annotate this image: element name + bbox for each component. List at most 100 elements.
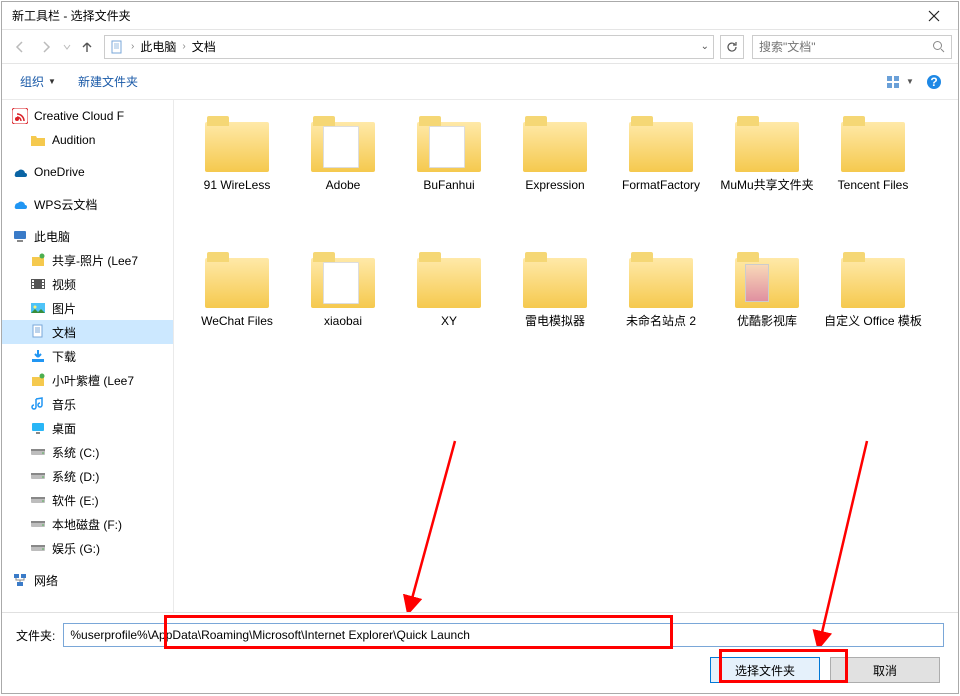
folder-item[interactable]: 自定义 Office 模板 — [820, 248, 926, 384]
sidebar-item[interactable]: 桌面 — [2, 416, 173, 440]
organize-button[interactable]: 组织 ▼ — [12, 69, 64, 94]
sidebar-item-label: 本地磁盘 (F:) — [52, 516, 122, 533]
sidebar-item[interactable]: Creative Cloud F — [2, 104, 173, 128]
folder-label: 未命名站点 2 — [626, 314, 696, 329]
organize-label: 组织 — [20, 73, 44, 90]
sidebar-item[interactable]: 视频 — [2, 272, 173, 296]
sidebar-item-label: 音乐 — [52, 396, 76, 413]
sidebar-item-label: 图片 — [52, 300, 76, 317]
sidebar-item-label: 文档 — [52, 324, 76, 341]
view-button[interactable]: ▼ — [886, 70, 914, 94]
sidebar-item-label: 网络 — [34, 572, 58, 589]
sidebar-item-label: 系统 (C:) — [52, 444, 99, 461]
sidebar-item[interactable]: 共享-照片 (Lee7 — [2, 248, 173, 272]
newfolder-button[interactable]: 新建文件夹 — [70, 69, 146, 94]
help-button[interactable]: ? — [920, 70, 948, 94]
folder-label: BuFanhui — [423, 178, 474, 193]
folder-item[interactable]: 优酷影视库 — [714, 248, 820, 384]
sidebar-item[interactable]: 娱乐 (G:) — [2, 536, 173, 560]
folder-icon — [205, 116, 269, 172]
folder-item[interactable]: Adobe — [290, 112, 396, 248]
breadcrumb-loc2[interactable]: 文档 — [192, 38, 216, 55]
folder-item[interactable]: xiaobai — [290, 248, 396, 384]
folder-label: Tencent Files — [838, 178, 909, 193]
share-icon — [30, 372, 46, 388]
dialog-window: 新工具栏 - 选择文件夹 › 此电脑 › 文档 ⌄ — [1, 1, 959, 694]
chevron-down-icon: ▼ — [906, 77, 914, 86]
select-folder-button[interactable]: 选择文件夹 — [710, 657, 820, 683]
folder-item[interactable]: 91 WireLess — [184, 112, 290, 248]
desktop-icon — [30, 420, 46, 436]
folder-icon — [523, 116, 587, 172]
sidebar-item-label: 此电脑 — [34, 228, 70, 245]
sidebar-item[interactable]: WPS云文档 — [2, 192, 173, 216]
folder-icon — [735, 116, 799, 172]
folder-label: Adobe — [326, 178, 361, 193]
folder-item[interactable]: Expression — [502, 112, 608, 248]
chevron-right-icon: › — [131, 41, 134, 52]
folder-sm-icon — [30, 132, 46, 148]
folder-item[interactable]: Tencent Files — [820, 112, 926, 248]
folder-item[interactable]: FormatFactory — [608, 112, 714, 248]
folder-path-input[interactable] — [63, 623, 944, 647]
up-button[interactable] — [76, 35, 98, 59]
drive-icon — [30, 468, 46, 484]
dialog-body: Creative Cloud F Audition OneDrive WPS云文档此电… — [2, 100, 958, 612]
sidebar-item[interactable]: 网络 — [2, 568, 173, 592]
forward-button[interactable] — [34, 35, 58, 59]
sidebar-item[interactable]: 此电脑 — [2, 224, 173, 248]
folder-label: MuMu共享文件夹 — [720, 178, 813, 193]
folder-item[interactable]: 未命名站点 2 — [608, 248, 714, 384]
sidebar-item-label: 下载 — [52, 348, 76, 365]
sidebar-item[interactable]: 本地磁盘 (F:) — [2, 512, 173, 536]
video-icon — [30, 276, 46, 292]
sidebar-item[interactable]: 小叶紫檀 (Lee7 — [2, 368, 173, 392]
search-input[interactable] — [759, 40, 932, 54]
sidebar-item[interactable]: 图片 — [2, 296, 173, 320]
folder-item[interactable]: WeChat Files — [184, 248, 290, 384]
folder-item[interactable]: 雷电模拟器 — [502, 248, 608, 384]
folder-icon — [311, 116, 375, 172]
path-label: 文件夹: — [16, 627, 55, 644]
breadcrumb[interactable]: › 此电脑 › 文档 ⌄ — [104, 35, 714, 59]
refresh-button[interactable] — [720, 35, 744, 59]
sidebar-item[interactable]: 音乐 — [2, 392, 173, 416]
onedrive-icon — [12, 164, 28, 180]
folder-icon — [523, 252, 587, 308]
pictures-icon — [30, 300, 46, 316]
documents-icon — [109, 39, 125, 55]
back-button[interactable] — [8, 35, 32, 59]
recent-dropdown[interactable] — [60, 35, 74, 59]
search-box[interactable] — [752, 35, 952, 59]
content-pane[interactable]: 91 WireLess Adobe BuFanhui Expression Format… — [174, 100, 958, 612]
network-icon — [12, 572, 28, 588]
folder-item[interactable]: MuMu共享文件夹 — [714, 112, 820, 248]
folder-label: 雷电模拟器 — [525, 314, 585, 329]
breadcrumb-loc1[interactable]: 此电脑 — [140, 38, 176, 55]
sidebar-item[interactable]: OneDrive — [2, 160, 173, 184]
documents-icon — [30, 324, 46, 340]
sidebar-item[interactable]: 系统 (C:) — [2, 440, 173, 464]
folder-icon — [417, 116, 481, 172]
close-icon[interactable] — [914, 2, 954, 30]
drive-icon — [30, 516, 46, 532]
music-icon — [30, 396, 46, 412]
sidebar-item-label: Creative Cloud F — [34, 109, 124, 123]
folder-label: FormatFactory — [622, 178, 700, 193]
sidebar-item-label: 系统 (D:) — [52, 468, 99, 485]
sidebar-item[interactable]: Audition — [2, 128, 173, 152]
chevron-down-icon[interactable]: ⌄ — [701, 41, 709, 52]
sidebar-item-label: WPS云文档 — [34, 196, 97, 213]
sidebar-item[interactable]: 文档 — [2, 320, 173, 344]
sidebar-item-label: 共享-照片 (Lee7 — [52, 252, 138, 269]
search-icon[interactable] — [932, 40, 945, 53]
folder-item[interactable]: BuFanhui — [396, 112, 502, 248]
folder-label: 91 WireLess — [204, 178, 271, 193]
sidebar-item[interactable]: 系统 (D:) — [2, 464, 173, 488]
folder-icon — [629, 252, 693, 308]
sidebar-item[interactable]: 下载 — [2, 344, 173, 368]
folder-item[interactable]: XY — [396, 248, 502, 384]
share-icon — [30, 252, 46, 268]
cancel-button[interactable]: 取消 — [830, 657, 940, 683]
sidebar-item[interactable]: 软件 (E:) — [2, 488, 173, 512]
